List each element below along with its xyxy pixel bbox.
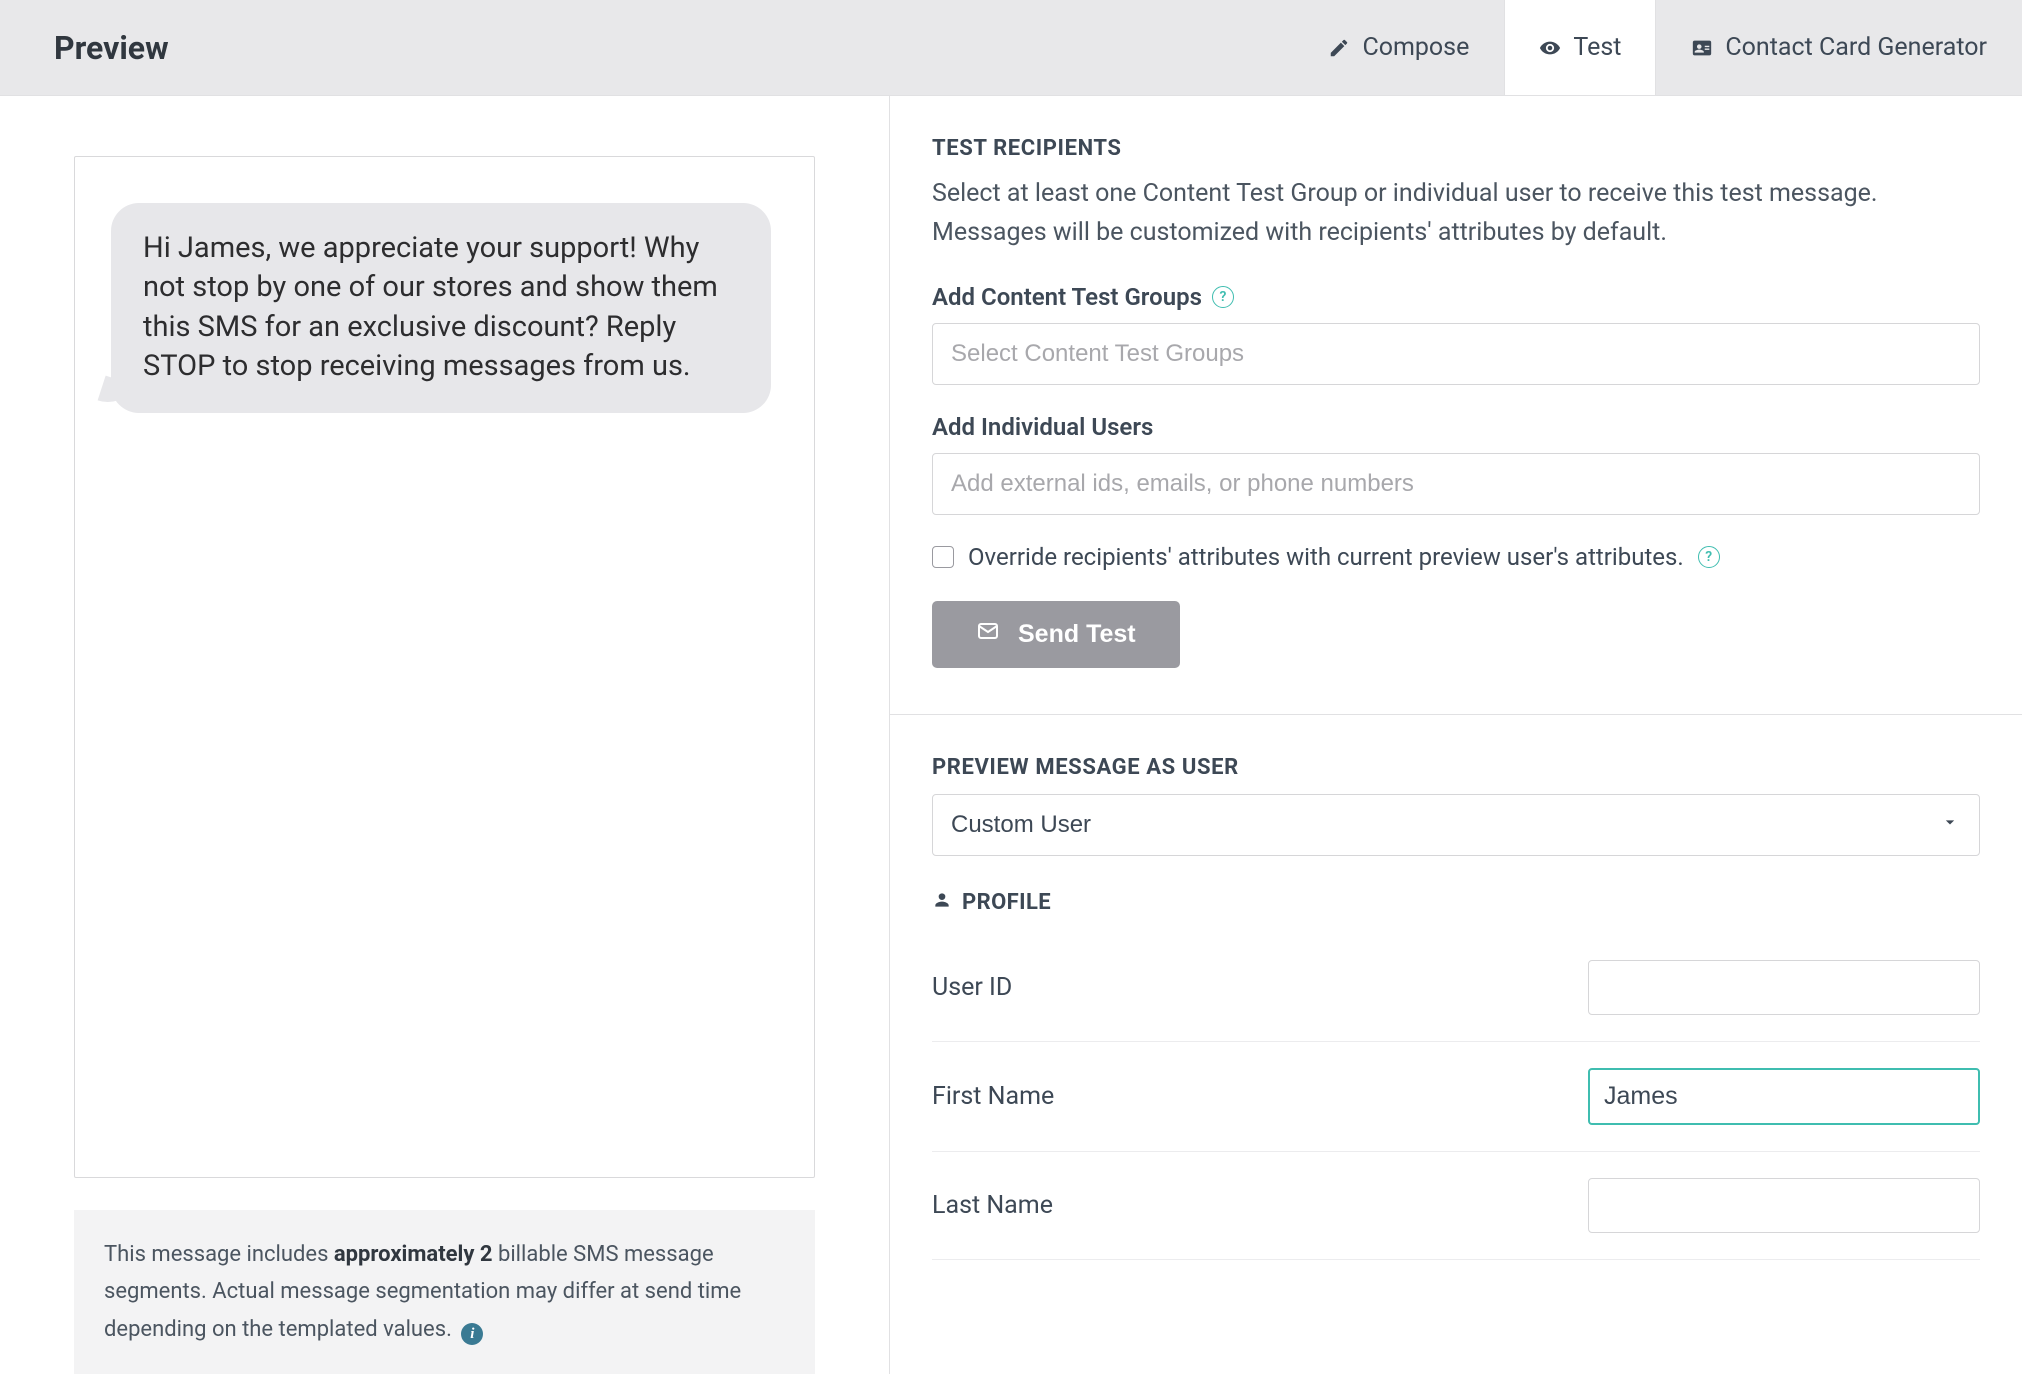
user-id-label: User ID bbox=[932, 973, 1588, 1002]
help-icon[interactable]: ? bbox=[1212, 286, 1234, 308]
top-bar: Preview Compose Test Contact Card Genera… bbox=[0, 0, 2022, 96]
profile-row-first-name: First Name bbox=[932, 1042, 1980, 1152]
preview-as-heading: PREVIEW MESSAGE AS USER bbox=[932, 755, 1980, 780]
info-icon[interactable]: i bbox=[461, 1323, 483, 1345]
help-icon[interactable]: ? bbox=[1698, 546, 1720, 568]
content-test-groups-label: Add Content Test Groups bbox=[932, 283, 1202, 311]
tab-test-label: Test bbox=[1573, 33, 1621, 62]
preview-canvas: Hi James, we appreciate your support! Wh… bbox=[74, 156, 815, 1178]
segments-note: This message includes approximately 2 bi… bbox=[74, 1210, 815, 1374]
send-test-label: Send Test bbox=[1018, 620, 1136, 649]
eye-icon bbox=[1539, 37, 1561, 59]
test-recipients-section: TEST RECIPIENTS Select at least one Cont… bbox=[890, 96, 2022, 714]
override-attributes-checkbox[interactable] bbox=[932, 546, 954, 568]
last-name-label: Last Name bbox=[932, 1191, 1588, 1220]
profile-row-last-name: Last Name bbox=[932, 1152, 1980, 1260]
profile-row-user-id: User ID bbox=[932, 934, 1980, 1042]
first-name-input[interactable] bbox=[1588, 1068, 1980, 1125]
tab-contact-card-label: Contact Card Generator bbox=[1725, 33, 1987, 62]
sms-bubble: Hi James, we appreciate your support! Wh… bbox=[111, 203, 771, 413]
top-bar-left: Preview bbox=[0, 0, 890, 95]
individual-users-field: Add Individual Users bbox=[932, 413, 1980, 515]
pencil-icon bbox=[1328, 37, 1350, 59]
send-test-button[interactable]: Send Test bbox=[932, 601, 1180, 668]
preview-as-select[interactable] bbox=[932, 794, 1980, 856]
segments-note-bold: approximately 2 bbox=[334, 1242, 493, 1267]
override-attributes-row[interactable]: Override recipients' attributes with cur… bbox=[932, 543, 1980, 571]
individual-users-input[interactable] bbox=[932, 453, 1980, 515]
individual-users-label: Add Individual Users bbox=[932, 413, 1153, 441]
override-attributes-label: Override recipients' attributes with cur… bbox=[968, 543, 1684, 571]
form-pane: TEST RECIPIENTS Select at least one Cont… bbox=[890, 96, 2022, 1374]
tab-test[interactable]: Test bbox=[1504, 0, 1656, 95]
tab-contact-card[interactable]: Contact Card Generator bbox=[1656, 0, 2022, 95]
first-name-label: First Name bbox=[932, 1082, 1588, 1111]
last-name-input[interactable] bbox=[1588, 1178, 1980, 1233]
profile-heading: PROFILE bbox=[932, 890, 1980, 916]
preview-pane: Hi James, we appreciate your support! Wh… bbox=[0, 96, 890, 1374]
tab-strip: Compose Test Contact Card Generator bbox=[1293, 0, 2022, 95]
sms-bubble-text: Hi James, we appreciate your support! Wh… bbox=[143, 231, 718, 383]
test-recipients-subtext: Select at least one Content Test Group o… bbox=[932, 175, 1980, 253]
test-recipients-heading: TEST RECIPIENTS bbox=[932, 136, 1980, 161]
preview-as-user-section: PREVIEW MESSAGE AS USER PROFILE User ID … bbox=[890, 714, 2022, 1306]
profile-heading-text: PROFILE bbox=[962, 890, 1051, 915]
main-split: Hi James, we appreciate your support! Wh… bbox=[0, 96, 2022, 1374]
person-icon bbox=[932, 890, 952, 916]
segments-note-pre: This message includes bbox=[104, 1242, 334, 1267]
preview-as-select-wrap bbox=[932, 794, 1980, 856]
envelope-icon bbox=[976, 619, 1000, 650]
user-id-input[interactable] bbox=[1588, 960, 1980, 1015]
content-test-groups-field: Add Content Test Groups ? bbox=[932, 283, 1980, 385]
tab-compose[interactable]: Compose bbox=[1293, 0, 1504, 95]
contact-card-icon bbox=[1691, 37, 1713, 59]
content-test-groups-input[interactable] bbox=[932, 323, 1980, 385]
page-title: Preview bbox=[54, 29, 169, 67]
tab-compose-label: Compose bbox=[1362, 33, 1469, 62]
